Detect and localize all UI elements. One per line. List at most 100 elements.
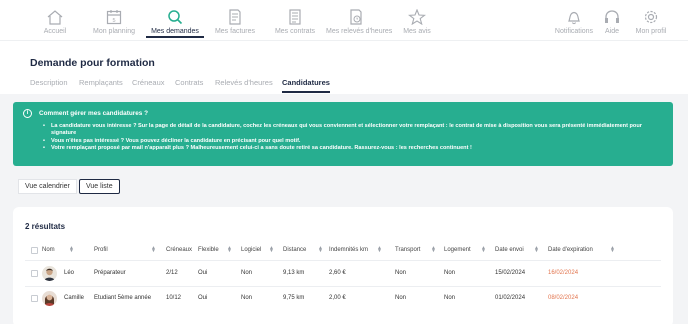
cell-logiciel: Non [241, 295, 253, 301]
cell-nom[interactable]: Léo [64, 270, 74, 276]
cell-logement: Non [444, 295, 456, 301]
column-header-logement[interactable]: Logement [444, 247, 471, 253]
column-header-distance[interactable]: Distance [283, 247, 306, 253]
column-header-creneaux[interactable]: Créneaux [166, 247, 192, 253]
row-checkbox[interactable] [31, 270, 38, 277]
nav-item-aide[interactable]: Aide [600, 0, 624, 40]
column-header-flexible[interactable]: Flexible [198, 247, 219, 253]
nav-item-notifications[interactable]: Notifications [554, 0, 594, 40]
sort-icon[interactable]: ▲ ▼ [69, 246, 74, 254]
cell-profil: Préparateur [94, 270, 126, 276]
nav-item-mes-demandes[interactable]: Mes demandes [146, 0, 204, 40]
results-count: 2 résultats [25, 222, 66, 231]
cell-date-envoi: 01/02/2024 [495, 295, 526, 301]
sort-icon[interactable]: ▲ ▼ [377, 246, 382, 254]
avatar [42, 266, 57, 281]
nav-label: Mes contrats [274, 28, 316, 35]
nav-label: Mes relevés d'heures [326, 28, 393, 35]
sort-icon[interactable]: ▲ ▼ [610, 246, 615, 254]
banner-title: Comment gérer mes candidatures ? [39, 110, 149, 117]
nav-label: Mon profil [635, 28, 667, 35]
cell-indemnites: 2,00 € [329, 295, 346, 301]
timesheet-icon [347, 9, 365, 25]
top-navigation: Accueil 5 Mon planning Mes demandes Mes … [0, 0, 688, 40]
tab-label: Candidatures [282, 78, 330, 87]
row-checkbox[interactable] [31, 295, 38, 302]
results-card: 2 résultats Nom ▲ ▼ Profil ▲ ▼ Créneaux Fl… [13, 207, 673, 324]
cell-indemnites: 2,60 € [329, 270, 346, 276]
tab-releves[interactable]: Relevés d'heures [215, 78, 273, 87]
column-header-date-expiration[interactable]: Date d'expiration [548, 247, 593, 253]
nav-item-mes-contrats[interactable]: Mes contrats [274, 0, 316, 40]
banner-item: Vous n'êtes pas intéressé ? Vous pouvez … [43, 138, 661, 146]
active-tab-underline [282, 91, 330, 93]
column-header-nom[interactable]: Nom [42, 247, 55, 253]
nav-label: Mes factures [214, 28, 256, 35]
cell-distance: 9,13 km [283, 270, 305, 276]
tab-creneaux[interactable]: Créneaux [132, 78, 165, 87]
banner-item: La candidature vous intéresse ? Sur la p… [43, 123, 661, 138]
cell-transport: Non [395, 270, 407, 276]
cell-date-envoi: 15/02/2024 [495, 270, 526, 276]
cell-date-expiration: 08/02/2024 [548, 295, 579, 301]
banner-list: La candidature vous intéresse ? Sur la p… [43, 123, 661, 153]
search-icon [166, 9, 184, 25]
nav-label: Accueil [43, 28, 67, 35]
cell-logement: Non [444, 270, 456, 276]
sort-icon[interactable]: ▲ ▼ [431, 246, 436, 254]
table-divider [25, 260, 661, 261]
star-icon [408, 9, 426, 25]
tab-contrats[interactable]: Contrats [175, 78, 203, 87]
nav-item-mes-avis[interactable]: Mes avis [402, 0, 432, 40]
calendar-view-button[interactable]: Vue calendrier [18, 179, 77, 194]
nav-label: Notifications [554, 28, 594, 35]
nav-label: Mon planning [92, 28, 136, 35]
list-view-button[interactable]: Vue liste [79, 179, 120, 194]
column-header-logiciel[interactable]: Logiciel [241, 247, 261, 253]
nav-label: Aide [604, 28, 619, 35]
cell-profil: Etudiant 5ème année [94, 295, 152, 301]
sort-icon[interactable]: ▲ ▼ [318, 246, 323, 254]
sort-icon[interactable]: ▲ ▼ [227, 246, 232, 254]
info-icon: i [23, 109, 32, 118]
sort-icon[interactable]: ▲ ▼ [534, 246, 539, 254]
info-banner: i Comment gérer mes candidatures ? La ca… [13, 102, 673, 166]
active-nav-underline [146, 36, 204, 38]
tab-description[interactable]: Description [30, 78, 68, 87]
cell-date-expiration: 16/02/2024 [548, 270, 579, 276]
cell-flexible: Oui [198, 295, 208, 301]
select-all-checkbox[interactable] [31, 247, 38, 254]
gear-icon [642, 9, 660, 25]
nav-item-accueil[interactable]: Accueil [40, 0, 70, 40]
cell-creneaux: 10/12 [166, 295, 182, 301]
table-divider [25, 286, 661, 287]
sort-icon[interactable]: ▲ ▼ [269, 246, 274, 254]
column-header-indemnites[interactable]: Indemnités km [329, 247, 368, 253]
banner-item: Votre remplaçant proposé par mail n'appa… [43, 145, 661, 153]
page-header: Demande pour formation Description Rempl… [0, 40, 688, 94]
nav-item-mes-releves[interactable]: Mes relevés d'heures [326, 0, 393, 40]
nav-item-mon-planning[interactable]: 5 Mon planning [92, 0, 136, 40]
home-icon [46, 9, 64, 25]
sort-icon[interactable]: ▲ ▼ [481, 246, 486, 254]
column-header-date-envoi[interactable]: Date envoi [495, 247, 524, 253]
cell-flexible: Oui [198, 270, 208, 276]
cell-nom[interactable]: Camille [64, 295, 84, 301]
cell-creneaux: 2/12 [166, 270, 178, 276]
nav-label: Mes demandes [151, 28, 199, 35]
svg-text:5: 5 [112, 18, 115, 24]
column-header-profil[interactable]: Profil [94, 247, 108, 253]
contract-icon [286, 9, 304, 25]
tab-candidatures[interactable]: Candidatures [282, 78, 330, 93]
bell-icon [565, 9, 583, 25]
nav-item-mon-profil[interactable]: Mon profil [634, 0, 668, 40]
nav-item-mes-factures[interactable]: Mes factures [214, 0, 256, 40]
tab-remplacants[interactable]: Remplaçants [79, 78, 123, 87]
page-title: Demande pour formation [30, 57, 155, 69]
sort-icon[interactable]: ▲ ▼ [151, 246, 156, 254]
cell-logiciel: Non [241, 270, 253, 276]
nav-label: Mes avis [403, 28, 431, 35]
column-header-transport[interactable]: Transport [395, 247, 420, 253]
avatar [42, 291, 57, 306]
headset-icon [603, 9, 621, 25]
